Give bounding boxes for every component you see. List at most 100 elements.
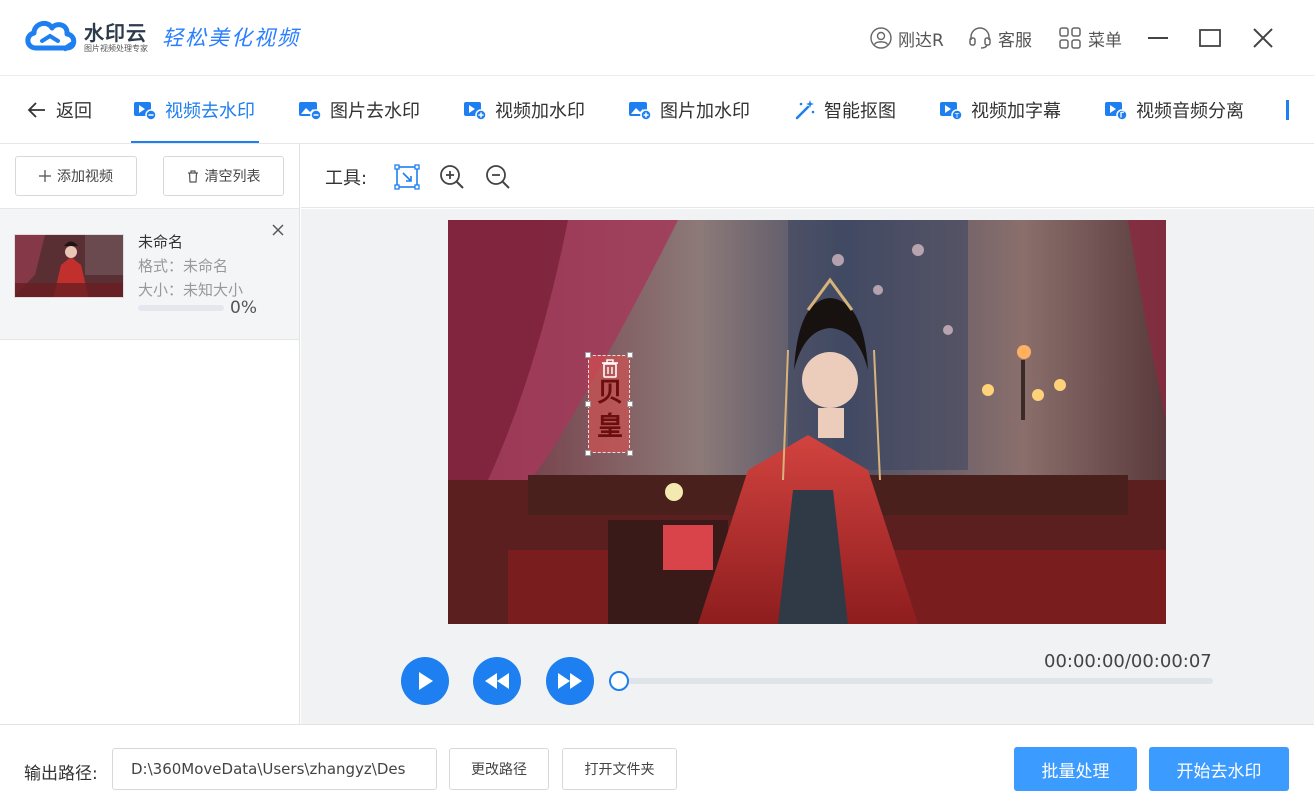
watermark-selection-box[interactable]: 贝 皇 (585, 352, 633, 456)
title-bar: 水印云 图片视频处理专家 轻松美化视频 刚达R 客服 菜单 (0, 0, 1314, 76)
seek-bar[interactable] (619, 678, 1213, 684)
video-icon (134, 102, 157, 121)
minimize-button[interactable] (1142, 22, 1174, 54)
minimize-icon (1148, 37, 1168, 39)
resize-handle[interactable] (585, 401, 591, 407)
file-progress-bar (138, 305, 224, 311)
tab-image-remove-watermark[interactable]: 图片去水印 (298, 76, 420, 144)
output-bar: 输出路径: 更改路径 打开文件夹 批量处理 开始去水印 (0, 724, 1314, 810)
output-path-label: 输出路径: (24, 764, 98, 784)
tools-bar: 工具: (301, 144, 1314, 208)
resize-handle[interactable] (627, 401, 633, 407)
seek-handle[interactable] (609, 671, 629, 691)
timecode: 00:00:00/00:00:07 (1044, 651, 1212, 672)
tools-label: 工具: (325, 168, 368, 189)
tab-label: 视频加水印 (495, 101, 585, 122)
user-menu[interactable]: 刚达R (870, 24, 944, 52)
tab-video-audio-split[interactable]: 视频音频分离 (1104, 76, 1244, 144)
rewind-icon (485, 673, 509, 689)
plus-icon (39, 170, 51, 182)
tab-label: 图片加水印 (660, 101, 750, 122)
player-controls: 00:00:00/00:00:07 (301, 637, 1314, 724)
video-thumbnail (14, 234, 124, 298)
list-item[interactable]: 未命名 格式：未命名 大小：未知大小 0% (0, 208, 299, 340)
close-icon[interactable] (271, 223, 285, 237)
zoom-in-icon (440, 165, 464, 189)
customer-service-button[interactable]: 客服 (968, 24, 1032, 52)
file-name: 未命名 (138, 233, 184, 251)
tab-label: 图片去水印 (330, 101, 420, 122)
change-path-button[interactable]: 更改路径 (449, 748, 549, 790)
tab-smart-cutout[interactable]: 智能抠图 (794, 76, 896, 144)
trash-icon (187, 169, 198, 183)
resize-handle[interactable] (627, 352, 633, 358)
feature-tabs: 返回 视频去水印 图片去水印 视频加水印 图片加水印 智能抠图 T 视频加字幕 … (0, 76, 1314, 144)
resize-handle[interactable] (585, 352, 591, 358)
zoom-in-tool[interactable] (439, 164, 465, 190)
select-region-icon (394, 164, 420, 190)
customer-service-label: 客服 (998, 30, 1032, 51)
preview-area: 贝 皇 (301, 209, 1314, 637)
user-name: 刚达R (898, 30, 944, 51)
tab-label: 视频音频分离 (1136, 101, 1244, 122)
main-menu-label: 菜单 (1088, 30, 1122, 51)
video-preview[interactable]: 贝 皇 (448, 220, 1166, 624)
svg-text:T: T (954, 112, 960, 120)
resize-handle[interactable] (585, 450, 591, 456)
tab-label: 视频加字幕 (971, 101, 1061, 122)
add-video-label: 添加视频 (57, 169, 113, 185)
file-format: 格式：未命名 (138, 257, 229, 275)
active-tab-indicator (131, 141, 259, 143)
video-frame-image (448, 220, 1166, 624)
add-video-button[interactable]: 添加视频 (15, 156, 137, 196)
video-subtitle-icon: T (940, 102, 963, 121)
headset-icon (969, 27, 991, 49)
back-button[interactable]: 返回 (26, 76, 92, 144)
back-label: 返回 (56, 101, 92, 122)
clear-list-button[interactable]: 清空列表 (163, 156, 284, 196)
video-audio-icon (1105, 102, 1128, 121)
file-size: 大小：未知大小 (138, 281, 244, 299)
zoom-out-icon (486, 165, 510, 189)
play-icon (419, 672, 433, 690)
close-icon (1253, 28, 1273, 48)
tab-video-remove-watermark[interactable]: 视频去水印 (133, 76, 255, 144)
file-progress-text: 0% (230, 298, 257, 318)
tab-label: 智能抠图 (824, 101, 896, 122)
tabs-scroll-indicator[interactable] (1286, 100, 1289, 120)
image-add-icon (629, 102, 652, 121)
delete-selection-icon[interactable] (600, 359, 620, 379)
tab-video-add-watermark[interactable]: 视频加水印 (463, 76, 585, 144)
fast-forward-button[interactable] (546, 657, 594, 705)
start-remove-watermark-button[interactable]: 开始去水印 (1149, 747, 1289, 791)
batch-process-button[interactable]: 批量处理 (1014, 747, 1137, 791)
tab-video-add-subtitle[interactable]: T 视频加字幕 (939, 76, 1061, 144)
clear-list-label: 清空列表 (204, 169, 261, 185)
grid-menu-icon (1059, 27, 1081, 49)
video-list-panel: 添加视频 清空列表 未命名 格式：未命名 大小：未知大小 0% (0, 144, 300, 724)
play-button[interactable] (401, 657, 449, 705)
close-window-button[interactable] (1247, 22, 1279, 54)
resize-handle[interactable] (627, 450, 633, 456)
maximize-button[interactable] (1194, 22, 1226, 54)
tab-label: 视频去水印 (165, 101, 255, 122)
arrow-left-icon (27, 102, 45, 118)
magic-wand-icon (795, 100, 815, 120)
watermark-text: 贝 皇 (596, 378, 623, 442)
select-region-tool[interactable] (394, 164, 420, 190)
zoom-out-tool[interactable] (485, 164, 511, 190)
open-folder-button[interactable]: 打开文件夹 (562, 748, 677, 790)
main-menu-button[interactable]: 菜单 (1058, 24, 1122, 52)
video-add-icon (464, 102, 487, 121)
slogan: 轻松美化视频 (162, 26, 300, 50)
brand-subtitle: 图片视频处理专家 (84, 44, 148, 53)
maximize-icon (1199, 29, 1221, 47)
cloud-logo-icon (25, 20, 77, 52)
rewind-button[interactable] (473, 657, 521, 705)
tab-image-add-watermark[interactable]: 图片加水印 (628, 76, 750, 144)
user-icon (870, 27, 892, 49)
output-path-input[interactable] (112, 748, 437, 790)
brand-name: 水印云 (84, 21, 147, 45)
fast-forward-icon (558, 673, 582, 689)
image-icon (299, 102, 322, 121)
